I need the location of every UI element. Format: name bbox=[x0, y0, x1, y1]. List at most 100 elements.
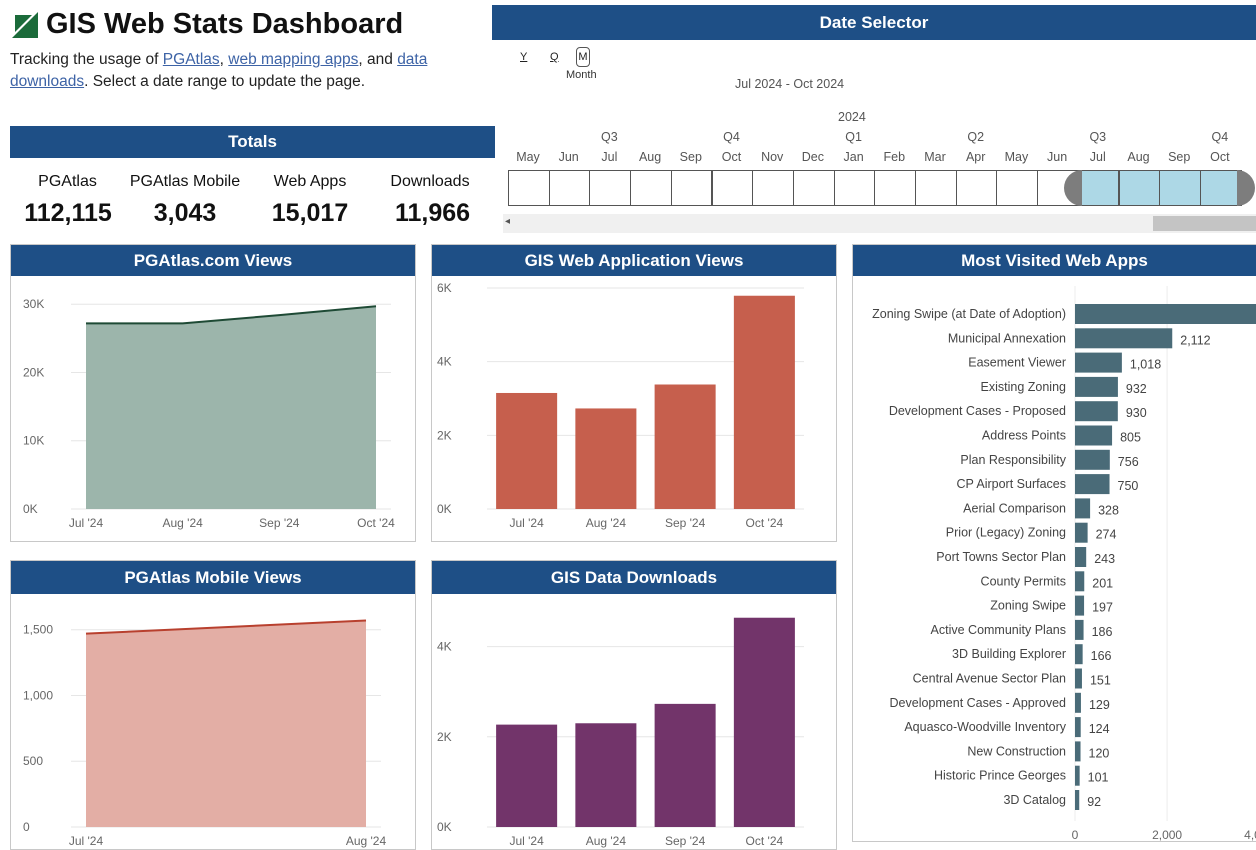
category-label: Easement Viewer bbox=[968, 356, 1066, 370]
data-label: 243 bbox=[1094, 552, 1115, 566]
bar bbox=[1075, 717, 1081, 738]
timeline-month-cell[interactable] bbox=[1118, 170, 1161, 206]
timeline-month-cell[interactable] bbox=[508, 170, 550, 206]
data-label: 101 bbox=[1088, 771, 1109, 785]
timeline-month-cell[interactable] bbox=[833, 170, 876, 206]
kpi-value-pgatlas-mobile: 3,043 bbox=[153, 199, 217, 227]
timeline-month-label: Sep bbox=[1168, 150, 1191, 164]
timeline-scrollbar[interactable]: ◂ bbox=[503, 214, 1256, 233]
data-label: 124 bbox=[1089, 722, 1110, 736]
bar bbox=[654, 384, 716, 509]
timeline-month-label: Jan bbox=[843, 150, 864, 164]
most-visited-card: Most Visited Web Apps 0 2,000 4,000 Zoning … bbox=[852, 244, 1256, 842]
date-selector-header: Date Selector bbox=[492, 5, 1256, 40]
timeline-month-label: Aug bbox=[638, 150, 662, 164]
category-label: Zoning Swipe (at Date of Adoption) bbox=[872, 307, 1066, 321]
category-label: Aquasco-Woodville Inventory bbox=[904, 720, 1066, 734]
kpi-label-pgatlas-mobile: PGAtlas Mobile bbox=[129, 173, 241, 190]
data-label: 930 bbox=[1126, 406, 1147, 420]
kpi-value-web-apps: 15,017 bbox=[271, 199, 349, 227]
timeline-month-cell[interactable] bbox=[589, 170, 632, 206]
timeline-month-label: Jul bbox=[1089, 150, 1106, 164]
category-label: Municipal Annexation bbox=[948, 331, 1066, 345]
webapp-views-chart: 0K 2K 4K 6K Jul '24 Aug '24 Sep '24 Oct '24 bbox=[437, 281, 804, 530]
range-end-handle[interactable] bbox=[1236, 170, 1255, 206]
data-label: 197 bbox=[1092, 601, 1113, 615]
timeline-month-label: May bbox=[516, 150, 540, 164]
y-tick-label: 4K bbox=[437, 640, 452, 654]
kpi-value-downloads: 11,966 bbox=[394, 199, 471, 227]
kpi-label-pgatlas: PGAtlas bbox=[38, 173, 97, 190]
scrollbar-thumb[interactable] bbox=[1153, 216, 1256, 231]
timeline-month-cell[interactable] bbox=[955, 170, 998, 206]
bar bbox=[496, 392, 558, 509]
bar bbox=[1075, 644, 1083, 665]
kpi-label-web-apps: Web Apps bbox=[273, 173, 347, 190]
web-apps-link[interactable]: web mapping apps bbox=[228, 51, 358, 68]
granularity-quarter[interactable]: Q bbox=[550, 51, 559, 63]
timeline-month-label: May bbox=[1004, 150, 1029, 164]
timeline-month-cell[interactable] bbox=[915, 170, 957, 206]
timeline-month-cell[interactable] bbox=[548, 170, 591, 206]
most-visited-title: Most Visited Web Apps bbox=[853, 245, 1256, 276]
x-tick-label: Oct '24 bbox=[357, 516, 395, 530]
timeline-month-label: Apr bbox=[965, 150, 986, 164]
timeline-month-cell[interactable] bbox=[711, 170, 754, 206]
granularity-year[interactable]: Y bbox=[520, 51, 527, 63]
totals-header: Totals bbox=[10, 126, 495, 158]
timeline-month-cell[interactable] bbox=[752, 170, 794, 206]
timeline-month-cell[interactable] bbox=[1159, 170, 1201, 206]
category-label: 3D Catalog bbox=[1003, 793, 1066, 807]
category-label: CP Airport Surfaces bbox=[956, 477, 1066, 491]
bar bbox=[1075, 571, 1085, 592]
bar bbox=[1075, 425, 1113, 446]
bar bbox=[496, 724, 558, 827]
pgatlas-views-chart: 0K 10K 20K 30K Jul '24 Aug '24 Sep '24 Oct '24 bbox=[23, 297, 395, 530]
x-tick-label: Jul '24 bbox=[69, 516, 104, 530]
bar bbox=[1075, 619, 1084, 640]
x-tick-label: Jul '24 bbox=[509, 834, 544, 848]
timeline-month-cell[interactable] bbox=[630, 170, 672, 206]
timeline-month-cell[interactable] bbox=[996, 170, 1039, 206]
timeline-month-cell[interactable] bbox=[1077, 170, 1120, 206]
scroll-left-icon[interactable]: ◂ bbox=[505, 216, 510, 227]
x-tick-label: Aug '24 bbox=[586, 834, 627, 848]
timeline-month-cell[interactable] bbox=[792, 170, 835, 206]
webapp-views-title: GIS Web Application Views bbox=[432, 245, 836, 276]
y-tick-label: 30K bbox=[23, 297, 44, 311]
timeline-month-label: Feb bbox=[883, 150, 906, 164]
timeline-month-cell[interactable] bbox=[874, 170, 916, 206]
bar bbox=[1075, 449, 1110, 470]
x-tick-label: 2,000 bbox=[1152, 828, 1182, 842]
category-label: Port Towns Sector Plan bbox=[936, 550, 1066, 564]
x-tick-label: Jul '24 bbox=[509, 516, 544, 530]
data-label: 120 bbox=[1089, 746, 1110, 760]
x-tick-label: Aug '24 bbox=[586, 516, 627, 530]
y-tick-label: 10K bbox=[23, 434, 44, 448]
category-label: Development Cases - Approved bbox=[890, 696, 1067, 710]
most-visited-chart: 0 2,000 4,000 Zoning Swipe (at Date of Adop… bbox=[872, 286, 1256, 842]
data-label: 750 bbox=[1118, 479, 1139, 493]
pgatlas-logo-icon bbox=[12, 11, 38, 38]
bar bbox=[1075, 401, 1118, 422]
data-label: 932 bbox=[1126, 382, 1147, 396]
category-label: 3D Building Explorer bbox=[952, 647, 1066, 661]
data-label: 2,112 bbox=[1180, 333, 1210, 347]
timeline-month-label: Jul bbox=[601, 150, 618, 164]
x-tick-label: Oct '24 bbox=[746, 834, 784, 848]
timeline-month-cell[interactable] bbox=[670, 170, 713, 206]
timeline-month-cell[interactable] bbox=[1199, 170, 1242, 206]
timeline-year: 2024 bbox=[838, 110, 866, 124]
x-tick-label: Sep '24 bbox=[665, 834, 706, 848]
bar bbox=[1075, 352, 1122, 373]
data-label: 129 bbox=[1089, 698, 1110, 712]
granularity-caption: Month bbox=[566, 69, 597, 81]
pgatlas-link[interactable]: PGAtlas bbox=[163, 51, 220, 68]
pgatlas-views-title: PGAtlas.com Views bbox=[11, 245, 415, 276]
data-label: 186 bbox=[1092, 625, 1113, 639]
bar bbox=[575, 723, 637, 827]
category-label: Central Avenue Sector Plan bbox=[913, 672, 1066, 686]
y-tick-label: 2K bbox=[437, 428, 452, 442]
granularity-month[interactable]: M bbox=[576, 47, 590, 67]
y-tick-label: 1,000 bbox=[23, 688, 53, 702]
